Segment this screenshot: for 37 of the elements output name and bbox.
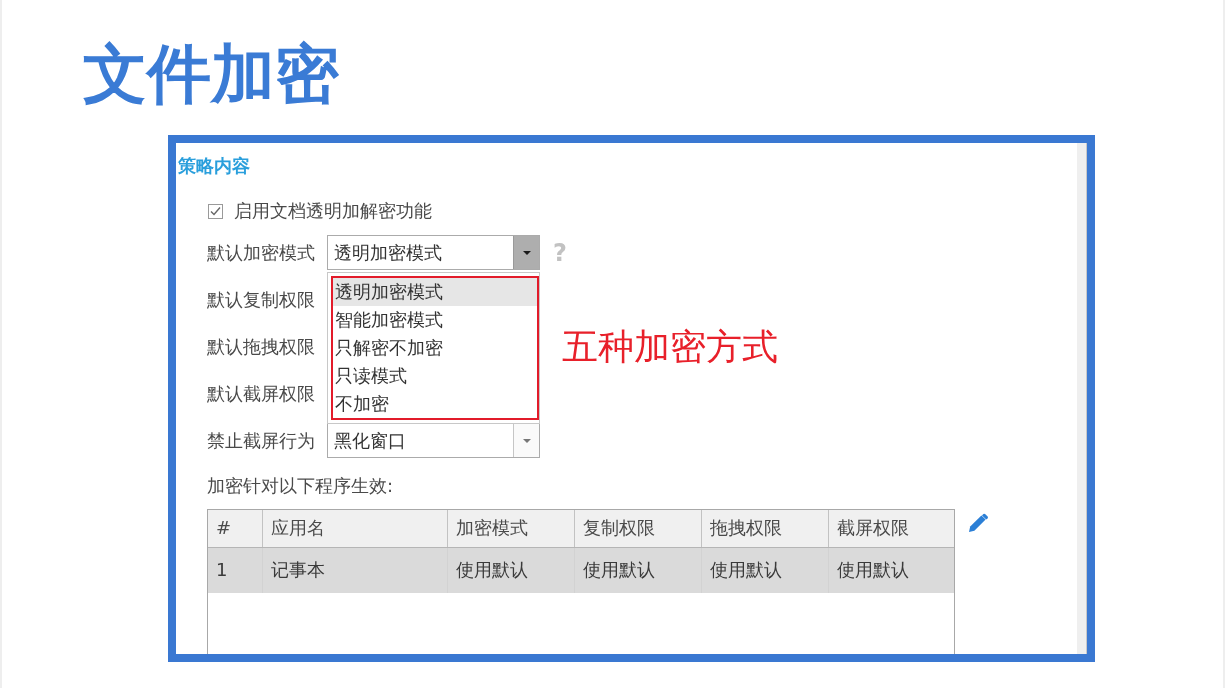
dropdown-option[interactable]: 透明加密模式 [333,278,537,306]
column-header[interactable]: 截屏权限 [829,510,955,547]
caret-icon [522,250,531,255]
dropdown-option[interactable]: 智能加密模式 [333,306,537,334]
table-cell: 使用默认 [448,548,575,593]
field-label: 默认拖拽权限 [207,336,315,357]
dropdown-button[interactable] [513,424,539,457]
table-cell: 使用默认 [702,548,829,593]
checkbox-label: 启用文档透明加解密功能 [234,201,432,221]
column-header[interactable]: 应用名 [263,510,448,547]
dropdown-button[interactable] [513,236,539,269]
field-label: 默认加密模式 [207,242,315,263]
dropdown[interactable]: 黑化窗口 [327,423,540,458]
table-caption: 加密针对以下程序生效: [207,476,394,496]
table-cell-text: 使用默认 [836,558,910,582]
column-header[interactable]: 加密模式 [448,510,575,547]
field-label: 默认复制权限 [207,289,315,310]
table-cell: 使用默认 [575,548,702,593]
section-title: 策略内容 [178,156,250,176]
field-label: 默认截屏权限 [207,383,315,404]
column-header[interactable]: 复制权限 [575,510,702,547]
table-row[interactable]: 1 记事本 使用默认 使用默认 使用默认 使用默认 [208,548,954,593]
table-cell: 1 [208,548,263,593]
pencil-icon[interactable] [968,513,988,533]
dropdown-option[interactable]: 不加密 [333,390,537,418]
scrollbar-track[interactable] [1077,143,1087,654]
slide-title: 文件加密 [83,42,339,106]
dropdown-option[interactable]: 只读模式 [333,362,537,390]
caret-icon [522,438,531,443]
annotation-text: 五种加密方式 [562,326,778,367]
field-label: 禁止截屏行为 [207,430,315,451]
table-cell: 记事本 [263,548,448,593]
column-header[interactable]: 拖拽权限 [702,510,829,547]
dropdown[interactable]: 透明加密模式 [327,235,540,270]
dropdown-option[interactable]: 只解密不加密 [333,334,537,362]
checkbox[interactable] [208,203,223,219]
column-header[interactable]: # [208,510,263,547]
